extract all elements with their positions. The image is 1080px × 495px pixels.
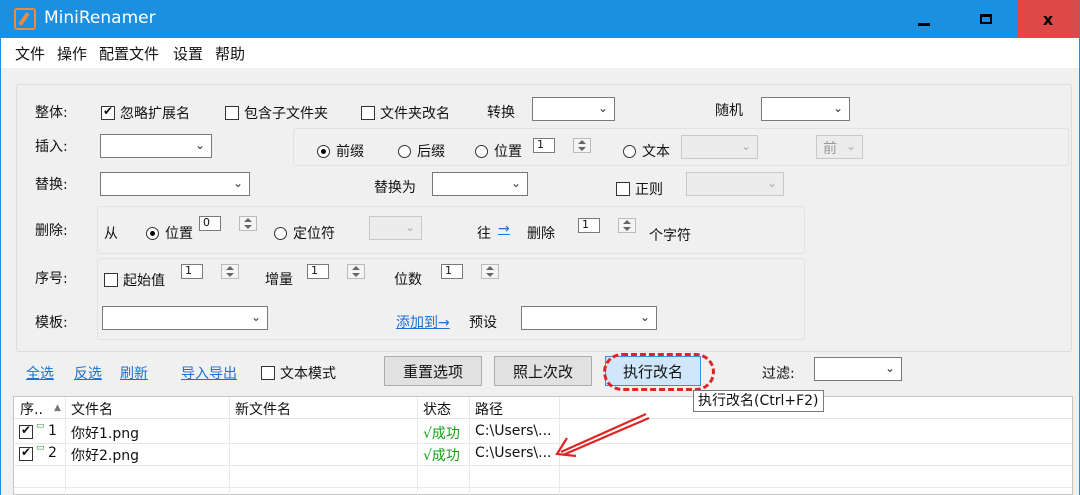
main-area: 整体: 忽略扩展名 包含子文件夹 文件夹改名 转换 ⌄ 随机 ⌄ 插入: ⌄ 前… (0, 68, 1080, 495)
close-icon: x (1042, 9, 1054, 29)
red-arrow-icon (555, 412, 650, 458)
minimize-button[interactable] (893, 0, 955, 38)
maximize-button[interactable] (955, 0, 1017, 38)
menu-config[interactable]: 配置文件 (99, 43, 159, 64)
menu-settings[interactable]: 设置 (173, 43, 203, 64)
window-title: MiniRenamer (44, 8, 156, 28)
maximize-icon (980, 14, 992, 24)
annotation-arrows (555, 412, 650, 458)
app-icon (14, 8, 36, 30)
menu-operate[interactable]: 操作 (57, 43, 87, 64)
menu-help[interactable]: 帮助 (215, 43, 245, 64)
close-button[interactable]: x (1017, 0, 1079, 38)
minimize-icon (918, 22, 930, 26)
menu-bar: 文件 操作 配置文件 设置 帮助 (0, 38, 1080, 68)
title-bar: MiniRenamer x (0, 0, 1080, 38)
menu-file[interactable]: 文件 (15, 43, 45, 64)
